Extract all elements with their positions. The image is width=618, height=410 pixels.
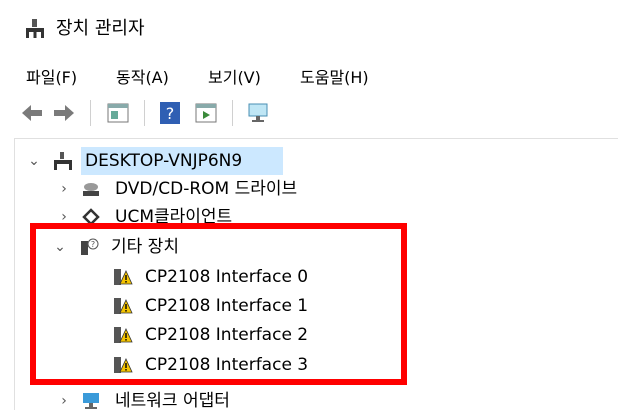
- toolbar-separator: [232, 100, 233, 126]
- tree-node-computer[interactable]: ⌄ DESKTOP-VNJP6N9: [15, 147, 605, 175]
- tree-node-dvd[interactable]: › DVD/CD-ROM 드라이브: [15, 175, 605, 203]
- tree-node-label: DESKTOP-VNJP6N9: [85, 151, 243, 171]
- tree-node-other-devices[interactable]: ⌄ ? 기타 장치: [15, 233, 605, 261]
- tree-node-device-3[interactable]: CP2108 Interface 3: [15, 351, 605, 379]
- ucm-client-icon: [82, 208, 100, 226]
- device-manager-icon: [26, 19, 44, 38]
- menu-bar: 파일(F) 동작(A) 보기(V) 도움말(H): [0, 56, 618, 92]
- tree-node-ucm[interactable]: › UCM클라이언트: [15, 203, 605, 231]
- chevron-down-icon[interactable]: ⌄: [53, 233, 67, 261]
- help-icon[interactable]: ?: [158, 101, 182, 125]
- toolbar: ?: [0, 92, 618, 132]
- toolbar-separator: [90, 100, 91, 126]
- properties-icon[interactable]: [106, 101, 130, 125]
- chevron-right-icon[interactable]: ›: [57, 387, 71, 410]
- tree-node-label: 기타 장치: [111, 237, 179, 257]
- tree-node-device-0[interactable]: CP2108 Interface 0: [15, 263, 605, 291]
- device-tree: ⌄ DESKTOP-VNJP6N9 › DVD/CD-ROM 드라이브 › UC…: [14, 138, 618, 410]
- view-icon[interactable]: [194, 101, 218, 125]
- warning-device-icon: [114, 357, 133, 373]
- tree-node-label: CP2108 Interface 1: [145, 296, 309, 316]
- menu-view[interactable]: 보기(V): [208, 64, 261, 88]
- chevron-down-icon[interactable]: ⌄: [27, 147, 41, 175]
- tree-node-label: DVD/CD-ROM 드라이브: [115, 179, 298, 199]
- menu-action[interactable]: 동작(A): [116, 64, 169, 88]
- warning-device-icon: [114, 269, 133, 285]
- back-icon[interactable]: [20, 101, 44, 125]
- svg-text:?: ?: [166, 104, 175, 123]
- scan-hardware-icon[interactable]: [246, 101, 270, 125]
- warning-device-icon: [114, 327, 133, 343]
- window-title: 장치 관리자: [56, 18, 145, 39]
- tree-node-label: UCM클라이언트: [115, 207, 233, 227]
- menu-help[interactable]: 도움말(H): [300, 64, 369, 88]
- tree-node-label: 네트워크 어댑터: [115, 391, 230, 410]
- network-adapter-icon: [83, 393, 99, 409]
- menu-file[interactable]: 파일(F): [26, 64, 77, 88]
- unknown-device-icon: ?: [81, 238, 99, 255]
- forward-icon[interactable]: [52, 101, 76, 125]
- tree-node-label: CP2108 Interface 2: [145, 325, 309, 345]
- tree-node-label: CP2108 Interface 3: [145, 355, 309, 375]
- computer-icon: [54, 152, 72, 170]
- svg-text:?: ?: [91, 240, 95, 249]
- tree-node-device-1[interactable]: CP2108 Interface 1: [15, 292, 605, 320]
- toolbar-separator: [144, 100, 145, 126]
- dvd-drive-icon: [83, 183, 99, 196]
- title-bar: 장치 관리자: [0, 0, 618, 56]
- warning-device-icon: [114, 298, 133, 314]
- tree-node-label: CP2108 Interface 0: [145, 267, 309, 287]
- tree-node-network[interactable]: › 네트워크 어댑터: [15, 387, 605, 410]
- tree-node-device-2[interactable]: CP2108 Interface 2: [15, 321, 605, 349]
- chevron-right-icon[interactable]: ›: [57, 203, 71, 231]
- chevron-right-icon[interactable]: ›: [57, 175, 71, 203]
